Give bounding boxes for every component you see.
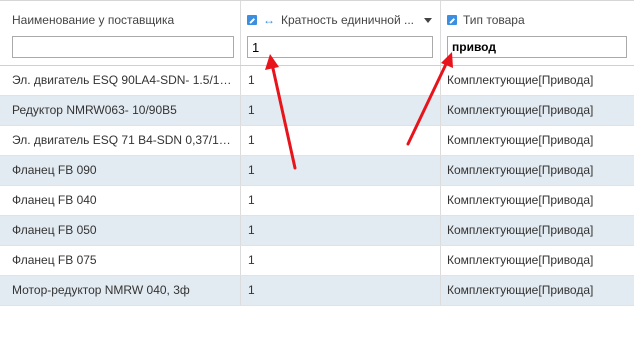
table-row[interactable]: Эл. двигатель ESQ 90LA4-SDN- 1.5/1500 B3… xyxy=(0,66,634,96)
cell-supplier-name: Эл. двигатель ESQ 71 B4-SDN 0,37/1500 B5 xyxy=(0,126,241,155)
table-row[interactable]: Мотор-редуктор NMRW 040, 3ф 1 Комплектую… xyxy=(0,276,634,306)
cell-product-type: Комплектующие[Привода] xyxy=(447,193,594,207)
cell-supplier-name: Фланец FB 090 xyxy=(0,156,241,185)
cell-product-type: Комплектующие[Привода] xyxy=(447,133,594,147)
cell-multiplicity: 1 xyxy=(241,186,441,215)
cell-multiplicity: 1 xyxy=(241,246,441,275)
cell-supplier-name: Фланец FB 050 xyxy=(0,216,241,245)
cell-multiplicity: 1 xyxy=(241,216,441,245)
cell-multiplicity: 1 xyxy=(241,276,441,305)
cell-product-type: Комплектующие[Привода] xyxy=(447,73,594,87)
cell-product-type: Комплектующие[Привода] xyxy=(447,103,594,117)
column-title-supplier-name[interactable]: Наименование у поставщика xyxy=(12,12,232,28)
cell-product-type: Комплектующие[Привода] xyxy=(447,253,594,267)
column-header-multiplicity: ↔ Кратность единичной ... xyxy=(241,1,441,65)
column-header-supplier-name: Наименование у поставщика xyxy=(0,1,241,65)
chevron-down-icon[interactable] xyxy=(424,17,432,23)
table-row[interactable]: Редуктор NMRW063- 10/90B5 1 Комплектующи… xyxy=(0,96,634,126)
edit-checkbox-icon[interactable] xyxy=(247,15,257,25)
grid-header: Наименование у поставщика ↔ Кратность ед… xyxy=(0,1,634,66)
table-row[interactable]: Эл. двигатель ESQ 71 B4-SDN 0,37/1500 B5… xyxy=(0,126,634,156)
cell-multiplicity: 1 xyxy=(241,126,441,155)
cell-product-type: Комплектующие[Привода] xyxy=(447,223,594,237)
cell-product-type: Комплектующие[Привода] xyxy=(447,283,594,297)
data-grid: Наименование у поставщика ↔ Кратность ед… xyxy=(0,0,634,306)
column-header-product-type: Тип товара xyxy=(441,1,634,65)
cell-product-type: Комплектующие[Привода] xyxy=(447,163,594,177)
filter-supplier-name-input[interactable] xyxy=(12,36,234,58)
filter-product-type-input[interactable] xyxy=(447,36,627,58)
resize-arrows-icon: ↔ xyxy=(263,13,275,27)
table-row[interactable]: Фланец FB 050 1 Комплектующие[Привода] xyxy=(0,216,634,246)
filter-multiplicity-input[interactable] xyxy=(247,36,433,58)
cell-supplier-name: Эл. двигатель ESQ 90LA4-SDN- 1.5/1500 B3 xyxy=(0,66,241,95)
column-title-product-type[interactable]: Тип товара xyxy=(447,12,626,28)
cell-supplier-name: Редуктор NMRW063- 10/90B5 xyxy=(0,96,241,125)
cell-multiplicity: 1 xyxy=(241,66,441,95)
table-row[interactable]: Фланец FB 040 1 Комплектующие[Привода] xyxy=(0,186,634,216)
cell-multiplicity: 1 xyxy=(241,156,441,185)
cell-supplier-name: Фланец FB 075 xyxy=(0,246,241,275)
edit-checkbox-icon[interactable] xyxy=(447,15,457,25)
table-row[interactable]: Фланец FB 075 1 Комплектующие[Привода] xyxy=(0,246,634,276)
table-row[interactable]: Фланец FB 090 1 Комплектующие[Привода] xyxy=(0,156,634,186)
column-title-multiplicity[interactable]: ↔ Кратность единичной ... xyxy=(247,12,432,28)
cell-supplier-name: Мотор-редуктор NMRW 040, 3ф xyxy=(0,276,241,305)
cell-multiplicity: 1 xyxy=(241,96,441,125)
cell-supplier-name: Фланец FB 040 xyxy=(0,186,241,215)
